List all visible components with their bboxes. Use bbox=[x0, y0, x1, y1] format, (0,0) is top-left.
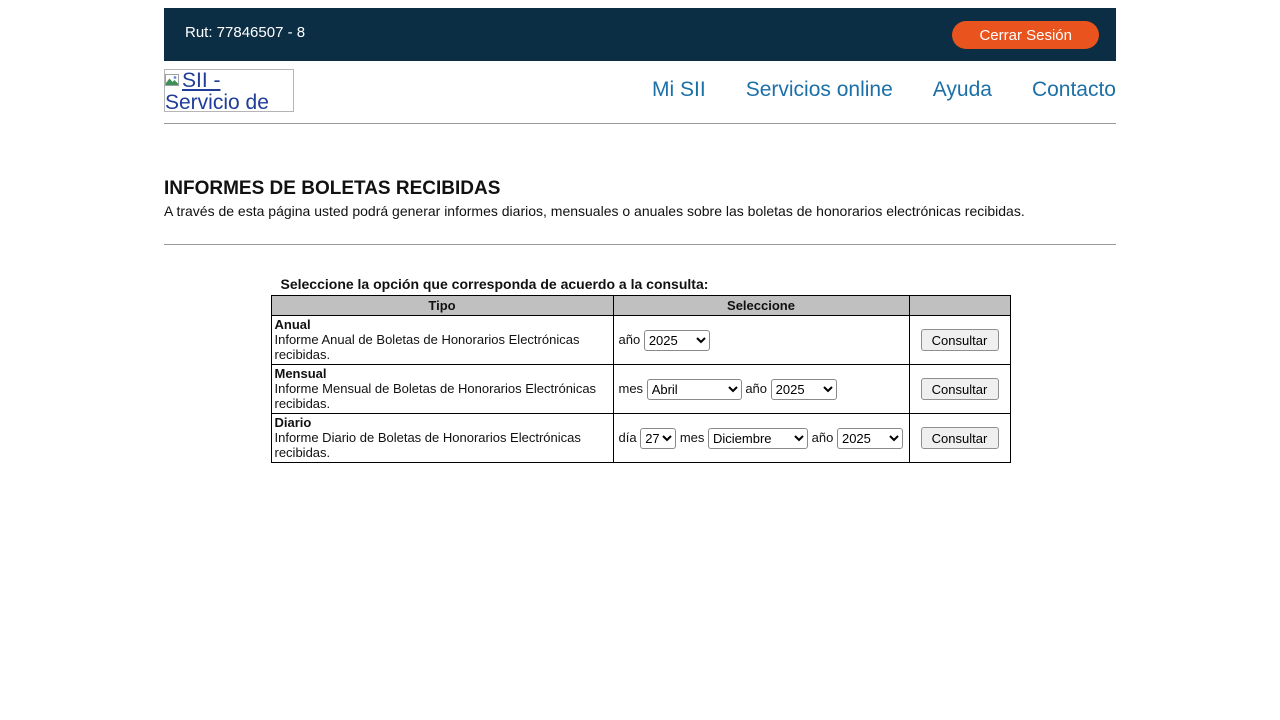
broken-image-icon bbox=[165, 73, 181, 89]
mensual-year-select[interactable]: 2025 bbox=[771, 379, 837, 400]
anual-year-select[interactable]: 2025 bbox=[644, 330, 710, 351]
anual-type-label: Anual bbox=[275, 317, 311, 332]
diario-action-cell: Consultar bbox=[909, 414, 1010, 463]
mensual-month-label: mes bbox=[619, 381, 644, 396]
diario-year-select[interactable]: 2025 bbox=[837, 428, 903, 449]
diario-day-label: día bbox=[619, 430, 637, 445]
mensual-month-select[interactable]: Abril bbox=[647, 379, 742, 400]
anual-tipo-cell: Anual Informe Anual de Boletas de Honora… bbox=[271, 316, 613, 365]
table-header-row: Tipo Seleccione bbox=[271, 296, 1010, 316]
nav-servicios-online[interactable]: Servicios online bbox=[746, 78, 893, 102]
header-divider bbox=[164, 123, 1116, 124]
nav-ayuda[interactable]: Ayuda bbox=[933, 78, 992, 102]
table-row-diario: Diario Informe Diario de Boletas de Hono… bbox=[271, 414, 1010, 463]
header-seleccione: Seleccione bbox=[613, 296, 909, 316]
consulta-table: Tipo Seleccione Anual Informe Anual de B… bbox=[271, 295, 1011, 463]
diario-day-select[interactable]: 27 bbox=[640, 428, 676, 449]
diario-select-cell: día 27 mes Diciembre año 2025 bbox=[613, 414, 909, 463]
anual-select-cell: año 2025 bbox=[613, 316, 909, 365]
anual-description: Informe Anual de Boletas de Honorarios E… bbox=[275, 332, 580, 362]
page-title: INFORMES DE BOLETAS RECIBIDAS bbox=[164, 178, 1116, 200]
mensual-year-label: año bbox=[745, 381, 767, 396]
mensual-description: Informe Mensual de Boletas de Honorarios… bbox=[275, 381, 597, 411]
logout-button[interactable]: Cerrar Sesión bbox=[952, 21, 1099, 49]
nav-mi-sii[interactable]: Mi SII bbox=[652, 78, 706, 102]
nav-contacto[interactable]: Contacto bbox=[1032, 78, 1116, 102]
page-container: Rut: 77846507 - 8 Cerrar Sesión SII - Se… bbox=[164, 8, 1116, 463]
mensual-select-cell: mes Abril año 2025 bbox=[613, 365, 909, 414]
main-nav: Mi SII Servicios online Ayuda Contacto bbox=[652, 78, 1116, 102]
anual-year-label: año bbox=[619, 332, 641, 347]
mensual-consultar-button[interactable]: Consultar bbox=[921, 378, 999, 400]
diario-consultar-button[interactable]: Consultar bbox=[921, 427, 999, 449]
mensual-type-label: Mensual bbox=[275, 366, 327, 381]
content-divider bbox=[164, 244, 1116, 245]
diario-type-label: Diario bbox=[275, 415, 312, 430]
session-topbar: Rut: 77846507 - 8 Cerrar Sesión bbox=[164, 8, 1116, 61]
header-accion bbox=[909, 296, 1010, 316]
diario-month-select[interactable]: Diciembre bbox=[708, 428, 808, 449]
diario-year-label: año bbox=[812, 430, 834, 445]
consulta-section: Seleccione la opción que corresponda de … bbox=[271, 276, 1010, 463]
anual-action-cell: Consultar bbox=[909, 316, 1010, 365]
site-header: SII - Servicio de Mi SII Servicios onlin… bbox=[164, 61, 1116, 123]
table-row-anual: Anual Informe Anual de Boletas de Honora… bbox=[271, 316, 1010, 365]
table-caption: Seleccione la opción que corresponda de … bbox=[281, 276, 1010, 292]
sii-logo-broken-image[interactable]: SII - Servicio de bbox=[164, 69, 294, 112]
header-tipo: Tipo bbox=[271, 296, 613, 316]
table-row-mensual: Mensual Informe Mensual de Boletas de Ho… bbox=[271, 365, 1010, 414]
diario-month-label: mes bbox=[680, 430, 705, 445]
rut-label: Rut: 77846507 - 8 bbox=[185, 24, 305, 41]
diario-description: Informe Diario de Boletas de Honorarios … bbox=[275, 430, 581, 460]
diario-tipo-cell: Diario Informe Diario de Boletas de Hono… bbox=[271, 414, 613, 463]
page-description: A través de esta página usted podrá gene… bbox=[164, 203, 1116, 219]
anual-consultar-button[interactable]: Consultar bbox=[921, 329, 999, 351]
mensual-tipo-cell: Mensual Informe Mensual de Boletas de Ho… bbox=[271, 365, 613, 414]
mensual-action-cell: Consultar bbox=[909, 365, 1010, 414]
